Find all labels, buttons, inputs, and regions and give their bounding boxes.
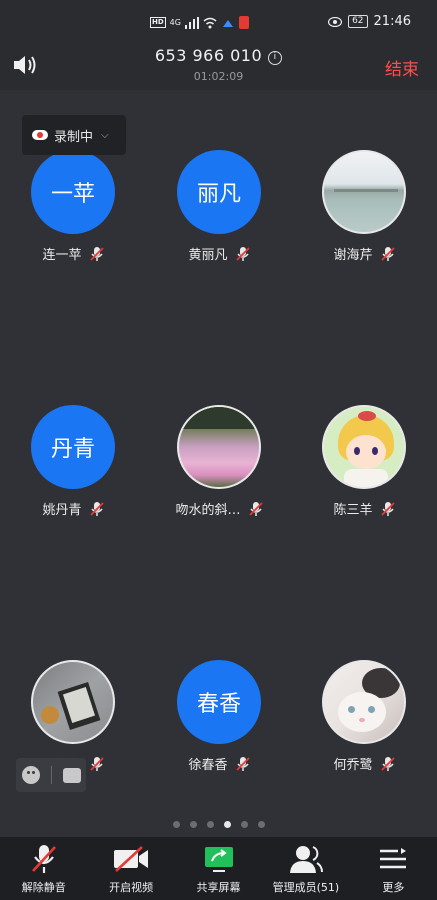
participant-name: 连一苹 — [42, 248, 82, 263]
meeting-timer: 01:02:09 — [193, 70, 244, 83]
share-screen-icon — [204, 847, 233, 872]
more-label: 更多 — [382, 881, 405, 894]
avatar-initials: 春香 — [196, 692, 241, 717]
muted-mic-icon — [89, 756, 104, 771]
avatar-photo-anime — [322, 405, 406, 489]
cloud-recording-icon — [32, 130, 48, 140]
network-type: 4G — [169, 18, 181, 27]
battery-icon: 62 — [348, 15, 368, 28]
muted-mic-icon — [248, 501, 263, 516]
page-dot[interactable] — [257, 821, 265, 828]
manage-members-button[interactable]: 管理成员(51) — [262, 837, 349, 900]
participant-tile[interactable]: 陈三羊 — [291, 405, 437, 518]
eye-icon — [328, 16, 343, 27]
participant-tile[interactable]: 春香 徐春香 — [146, 660, 292, 773]
signal-icon — [184, 16, 199, 29]
muted-mic-icon — [89, 501, 104, 516]
chat-controls — [16, 758, 86, 792]
participant-name: 谢海芹 — [333, 248, 373, 263]
camera-off-icon — [114, 846, 149, 872]
start-video-label: 开启视频 — [109, 881, 154, 894]
participant-name: 何乔鹭 — [333, 758, 373, 773]
page-dot[interactable] — [189, 821, 197, 828]
meeting-id: 653 966 010 — [154, 46, 263, 65]
muted-mic-icon — [380, 501, 395, 516]
avatar-initials: 丹青 — [50, 437, 95, 462]
participant-tile[interactable]: 丽凡 黄丽凡 — [146, 150, 292, 263]
status-bar: HD 4G 62 21:46 — [0, 0, 437, 40]
participant-name: 陈三羊 — [333, 503, 373, 518]
page-dot[interactable] — [240, 821, 248, 828]
participant-tile[interactable]: 一苹 连一苹 — [0, 150, 146, 263]
cloud-sync-icon — [222, 19, 233, 27]
participant-name: 姚丹青 — [42, 503, 82, 518]
muted-mic-icon — [235, 246, 250, 261]
chevron-down-icon: ⌵ — [101, 129, 109, 141]
mic-muted-icon — [31, 845, 56, 873]
avatar-photo-cat — [322, 660, 406, 744]
share-screen-button[interactable]: 共享屏幕 — [175, 837, 262, 900]
participant-name: 吻水的斜… — [175, 503, 241, 518]
page-dot-active[interactable] — [223, 821, 231, 828]
meeting-header: 653 966 010 i 01:02:09 结束 — [0, 40, 437, 90]
start-video-button[interactable]: 开启视频 — [87, 837, 174, 900]
page-dot[interactable] — [172, 821, 180, 828]
avatar-photo-book — [31, 660, 115, 744]
avatar: 春香 — [177, 660, 261, 744]
participant-tile[interactable]: 丹青 姚丹青 — [0, 405, 146, 518]
more-button[interactable]: 更多 — [350, 837, 437, 900]
muted-mic-icon — [89, 246, 104, 261]
participant-tile[interactable]: 吻水的斜… — [146, 405, 292, 518]
hd-badge: HD — [150, 17, 166, 28]
avatar-photo-flowers — [177, 405, 261, 489]
meeting-id-row[interactable]: 653 966 010 i — [0, 46, 437, 65]
participant-name: 徐春香 — [188, 758, 228, 773]
status-left: HD 4G — [150, 16, 249, 29]
members-icon — [289, 846, 323, 873]
avatar-initials: 丽凡 — [196, 182, 241, 207]
chat-icon[interactable] — [62, 767, 81, 783]
muted-mic-icon — [380, 756, 395, 771]
muted-mic-icon — [380, 246, 395, 261]
participant-grid: 一苹 连一苹 丽凡 黄丽凡 谢海芹 丹青 姚丹青 吻水的斜… 陈三羊 春香 徐春… — [0, 90, 437, 837]
page-dot[interactable] — [206, 821, 214, 828]
unmute-button[interactable]: 解除静音 — [0, 837, 87, 900]
bottom-toolbar: 解除静音 开启视频 共享屏幕 管理成员(51) 更多 — [0, 837, 437, 900]
manage-members-label: 管理成员(51) — [272, 881, 340, 894]
end-meeting-button[interactable]: 结束 — [385, 55, 419, 80]
avatar: 丹青 — [31, 405, 115, 489]
avatar-initials: 一苹 — [50, 182, 95, 207]
participant-tile[interactable]: 何乔鹭 — [291, 660, 437, 773]
wifi-icon — [203, 17, 217, 28]
recording-label: 录制中 — [54, 129, 94, 145]
share-screen-label: 共享屏幕 — [196, 881, 241, 894]
participant-tile[interactable]: 吴东东 — [0, 660, 146, 773]
avatar-photo-seascape — [322, 150, 406, 234]
recording-indicator[interactable]: 录制中 ⌵ — [22, 115, 126, 155]
info-icon[interactable]: i — [268, 51, 283, 65]
muted-mic-icon — [235, 756, 250, 771]
unmute-label: 解除静音 — [21, 881, 66, 894]
avatar: 丽凡 — [177, 150, 261, 234]
divider — [50, 766, 52, 784]
more-menu-icon — [380, 848, 407, 869]
participant-tile[interactable]: 谢海芹 — [291, 150, 437, 263]
mic-active-icon — [238, 16, 249, 29]
clock: 21:46 — [373, 14, 411, 29]
emoji-icon[interactable] — [21, 766, 40, 784]
participant-name: 黄丽凡 — [188, 248, 228, 263]
page-indicator — [0, 821, 437, 828]
avatar: 一苹 — [31, 150, 115, 234]
status-right: 62 21:46 — [328, 14, 411, 29]
